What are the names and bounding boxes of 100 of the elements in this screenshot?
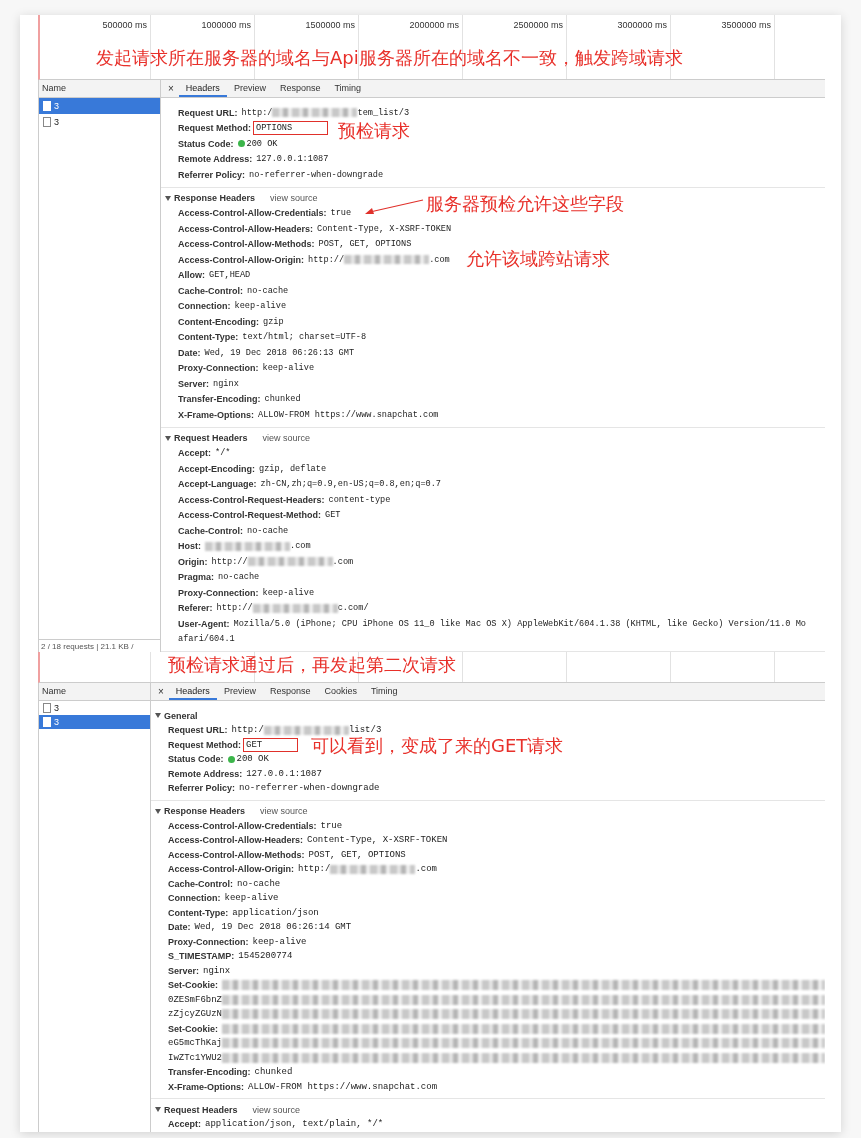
header-value: no-cache: [247, 525, 289, 536]
header-value: Mozilla/5.0 (iPhone; CPU iPhone OS 11_0 like Mac OS X) AppleWebKit/604.1.38 (KHTML, like Gecko) Version/11.0 Mo: [233, 618, 806, 629]
request-item[interactable]: 3: [39, 701, 150, 715]
tab[interactable]: Headers: [178, 80, 227, 97]
header-name: Proxy-Connection:: [168, 936, 249, 947]
tab[interactable]: Headers: [168, 683, 217, 700]
header-name: Server:: [178, 378, 210, 389]
header-name: Accept-Encoding:: [178, 463, 255, 474]
header-name: Cache-Control:: [178, 285, 243, 296]
header-value: zh-CN,zh;q=0.9,en-US;q=0.8,en;q=0.7: [260, 479, 441, 490]
header-value: POST, GET, OPTIONS: [308, 849, 406, 860]
header-name: X-Frame-Options:: [168, 1081, 244, 1092]
header-value: true: [320, 820, 343, 831]
section-title: Request Headers: [164, 1104, 238, 1115]
tab[interactable]: Preview: [226, 80, 273, 97]
header-value: http:/: [298, 864, 331, 875]
timeline-tick-label: 2500000 ms: [513, 20, 563, 30]
header-name: Access-Control-Allow-Origin:: [178, 254, 304, 265]
header-name: Transfer-Encoding:: [178, 394, 261, 405]
header-name: Referrer Policy:: [178, 169, 246, 180]
header-name: Accept-Language:: [178, 479, 257, 490]
header-value: IwZTc1YWU2: [168, 1052, 222, 1063]
annotation-text: 预检请求通过后，再发起第二次请求: [168, 654, 456, 676]
header-value: Content-Type, X-XSRF-TOKEN: [317, 223, 452, 234]
header-name: Request URL:: [178, 107, 238, 118]
header-name: Access-Control-Allow-Headers:: [178, 223, 314, 234]
header-name: Transfer-Encoding:: [168, 1067, 251, 1078]
header-value: zZjcyZGUzN: [168, 1009, 222, 1020]
timeline-tick-label: 1500000 ms: [305, 20, 355, 30]
header-name: Set-Cookie:: [168, 1023, 218, 1034]
header-name: Referrer Policy:: [168, 783, 236, 794]
header-value: POST, GET, OPTIONS: [318, 239, 412, 250]
request-item[interactable]: 3: [39, 98, 160, 114]
tab[interactable]: Timing: [327, 80, 369, 97]
header-name: Access-Control-Allow-Headers:: [168, 835, 304, 846]
header-value: GET: [245, 739, 297, 750]
header-value: keep-alive: [262, 587, 315, 598]
header-value: Content-Type, X-XSRF-TOKEN: [307, 835, 448, 846]
header-value: GET: [325, 510, 341, 521]
header-value: 127.0.0.1:1087: [256, 154, 329, 165]
header-value: tem_list/3: [357, 107, 410, 118]
disclosure-triangle-icon[interactable]: [155, 713, 161, 718]
header-value: no-referrer-when-downgrade: [249, 169, 384, 180]
header-value: GET,HEAD: [209, 270, 251, 281]
header-value: .com: [429, 254, 450, 265]
header-value: http://: [216, 603, 253, 614]
disclosure-triangle-icon[interactable]: [165, 195, 171, 201]
header-name: Status Code:: [168, 754, 224, 765]
header-name: Status Code:: [178, 138, 234, 149]
timeline-tick-label: 2000000 ms: [409, 20, 459, 30]
header-name: Proxy-Connection:: [178, 587, 259, 598]
column-header: Name: [39, 80, 160, 98]
view-source-link[interactable]: view source: [260, 806, 308, 816]
header-name: Remote Address:: [178, 154, 253, 165]
header-value: application/json, text/plain, */*: [205, 1119, 384, 1130]
header-value: no-referrer-when-downgrade: [239, 783, 380, 794]
status-dot-icon: [237, 140, 245, 148]
header-value: content-type: [328, 494, 391, 505]
header-value: no-cache: [237, 878, 281, 889]
header-name: Request Method:: [168, 739, 241, 750]
close-button[interactable]: ×: [166, 80, 179, 97]
disclosure-triangle-icon[interactable]: [165, 435, 171, 441]
request-item[interactable]: 3: [39, 114, 160, 130]
timeline-tick-label: 1000000 ms: [201, 20, 251, 30]
header-name: Accept:: [168, 1119, 201, 1130]
header-name: Referer:: [178, 603, 213, 614]
section-title: Request Headers: [174, 433, 248, 443]
header-value: ALLOW-FROM https://www.snapchat.com: [248, 1081, 438, 1092]
annotation-text: 允许该域跨站请求: [466, 249, 610, 269]
request-item[interactable]: 3: [39, 715, 150, 729]
header-name: Request URL:: [168, 725, 228, 736]
tab[interactable]: Cookies: [317, 683, 364, 700]
disclosure-triangle-icon[interactable]: [155, 1107, 161, 1112]
section-title: General: [164, 710, 198, 721]
close-button[interactable]: ×: [156, 683, 169, 700]
tab[interactable]: Response: [272, 80, 328, 97]
header-name: Access-Control-Allow-Origin:: [168, 864, 294, 875]
header-name: Content-Type:: [178, 332, 239, 343]
tab[interactable]: Timing: [363, 683, 405, 700]
header-value: gzip, deflate: [259, 463, 327, 474]
disclosure-triangle-icon[interactable]: [155, 808, 161, 814]
header-value: text/html; charset=UTF-8: [242, 332, 367, 343]
header-value: */*: [215, 448, 231, 459]
header-value: http:/: [231, 725, 264, 736]
header-value: eG5mcThKaj: [168, 1038, 222, 1049]
tab[interactable]: Preview: [216, 683, 263, 700]
header-value: ALLOW-FROM https://www.snapchat.com: [258, 409, 439, 420]
header-value: http://: [211, 556, 248, 567]
view-source-link[interactable]: view source: [252, 1104, 301, 1115]
timeline-tick-label: 3500000 ms: [721, 20, 771, 30]
tab[interactable]: Response: [262, 683, 318, 700]
view-source-link[interactable]: view source: [270, 193, 318, 203]
view-source-link[interactable]: view source: [262, 433, 311, 443]
header-value: http://: [308, 254, 345, 265]
header-value: OPTIONS: [255, 123, 327, 134]
header-name: Access-Control-Request-Headers:: [178, 494, 325, 505]
header-value: Wed, 19 Dec 2018 06:26:14 GMT: [194, 922, 352, 933]
annotation-text: 发起请求所在服务器的域名与Api服务器所在的域名不一致，触发跨域请求: [96, 47, 683, 69]
header-name: Cache-Control:: [178, 525, 243, 536]
header-name: Allow:: [178, 270, 205, 281]
